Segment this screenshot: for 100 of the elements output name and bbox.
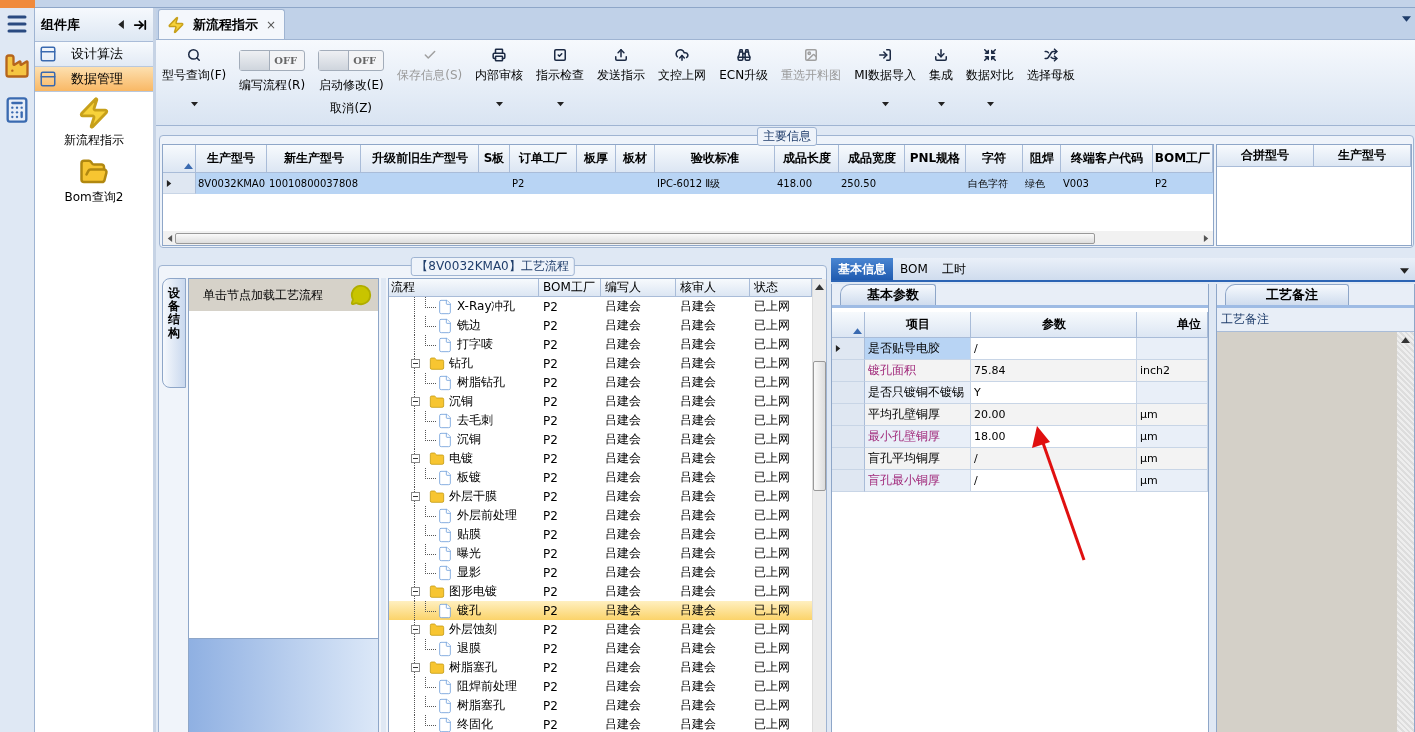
document-tab[interactable]: 新流程指示 × (158, 9, 286, 39)
column-header[interactable]: 板厚 (577, 145, 616, 173)
scrollbar[interactable] (163, 231, 1213, 245)
row-header[interactable] (163, 173, 196, 194)
column-header[interactable]: PNL规格 (905, 145, 966, 173)
toggle-switch[interactable]: OFF (318, 50, 385, 71)
column-header[interactable]: 阻焊 (1023, 145, 1061, 173)
close-icon[interactable]: × (266, 17, 277, 32)
tab[interactable]: 工时 (934, 258, 973, 280)
tree-row[interactable]: 钻孔 P2 吕建会 吕建会 已上网 (389, 354, 812, 373)
column-header[interactable]: 生产型号 (196, 145, 267, 173)
scrollbar[interactable] (1397, 332, 1414, 732)
factory-icon[interactable] (3, 52, 31, 80)
table-cell-text: P2 (542, 469, 559, 487)
category-item[interactable]: 设计算法 (35, 42, 153, 67)
tree-row[interactable]: 终固化 P2 吕建会 吕建会 已上网 (389, 715, 812, 732)
tree-row[interactable]: 沉铜 P2 吕建会 吕建会 已上网 (389, 392, 812, 411)
tree-row[interactable]: 树脂钻孔 P2 吕建会 吕建会 已上网 (389, 373, 812, 392)
column-header[interactable]: 字符 (966, 145, 1023, 173)
collapse-icon[interactable] (410, 397, 420, 406)
library-item[interactable]: Bom查询2 (35, 153, 153, 210)
tree-row[interactable]: 板镀 P2 吕建会 吕建会 已上网 (389, 468, 812, 487)
column-header[interactable]: 单位 (1137, 312, 1208, 338)
tree-row[interactable]: 曝光 P2 吕建会 吕建会 已上网 (389, 544, 812, 563)
column-header[interactable]: 合拼型号 (1217, 145, 1314, 167)
toolbar-button[interactable]: 指示检查 (536, 44, 585, 111)
tree-row[interactable]: 退膜 P2 吕建会 吕建会 已上网 (389, 639, 812, 658)
table-cell-text: 已上网 (753, 374, 791, 391)
column-header[interactable]: S板 (479, 145, 510, 173)
library-item[interactable]: 新流程指示 (35, 92, 153, 153)
table-cell: Y (971, 382, 1137, 404)
table-cell-text: 吕建会 (679, 602, 717, 619)
toggle-switch[interactable]: OFF (239, 50, 306, 71)
tree-row[interactable]: 外层蚀刻 P2 吕建会 吕建会 已上网 (389, 620, 812, 639)
tree-row[interactable]: 去毛刺 P2 吕建会 吕建会 已上网 (389, 411, 812, 430)
side-tab[interactable]: 设备结构 (162, 278, 186, 388)
collapse-icon[interactable] (410, 587, 420, 596)
tree-node-label: 外层干膜 (449, 488, 497, 505)
tree-row[interactable]: 沉铜 P2 吕建会 吕建会 已上网 (389, 430, 812, 449)
column-header[interactable]: 参数 (971, 312, 1137, 338)
toolbar-button[interactable]: MI数据导入 (854, 44, 917, 111)
column-header[interactable]: 订单工厂 (510, 145, 577, 173)
table-cell-text: P2 (542, 697, 559, 715)
column-header[interactable]: 生产型号 (1314, 145, 1411, 167)
tree-row[interactable]: 打字唛 P2 吕建会 吕建会 已上网 (389, 335, 812, 354)
row-header[interactable] (832, 338, 865, 360)
collapse-icon[interactable] (410, 492, 420, 501)
column-header[interactable]: 新生产型号 (267, 145, 361, 173)
tree-row[interactable]: 电镀 P2 吕建会 吕建会 已上网 (389, 449, 812, 468)
column-header[interactable]: 板材 (616, 145, 655, 173)
tab[interactable]: BOM (893, 258, 935, 280)
scrollbar[interactable] (812, 279, 826, 732)
toolbar-button[interactable]: 型号查询(F) (162, 44, 227, 111)
collapse-icon[interactable] (410, 663, 420, 672)
tree-node-label: 钻孔 (449, 355, 473, 372)
tree-row[interactable]: 阻焊前处理 P2 吕建会 吕建会 已上网 (389, 677, 812, 696)
tree-node-label: 贴膜 (457, 526, 481, 543)
table-cell-text: P2 (542, 431, 559, 449)
tree-row[interactable]: X-Ray冲孔 P2 吕建会 吕建会 已上网 (389, 297, 812, 316)
column-header[interactable]: 项目 (865, 312, 971, 338)
toolbar-button[interactable]: 集成 (929, 44, 954, 111)
table-cell-text: 已上网 (753, 621, 791, 638)
tree-node-label: 树脂塞孔 (457, 697, 505, 714)
column-header[interactable]: 核审人 (676, 279, 750, 297)
column-header[interactable]: 流程 (389, 279, 539, 297)
tree-row[interactable]: 镀孔 P2 吕建会 吕建会 已上网 (389, 601, 812, 620)
tree-row[interactable]: 贴膜 P2 吕建会 吕建会 已上网 (389, 525, 812, 544)
toolbar-button[interactable]: 内部审核 (475, 44, 524, 111)
toolbar-button[interactable]: 文控上网 (658, 44, 707, 84)
toolbar-button[interactable]: 发送指示 (597, 44, 646, 84)
column-header[interactable]: 成品长度 (775, 145, 839, 173)
tab[interactable]: 基本信息 (831, 258, 893, 280)
panel-tab[interactable]: 工艺备注 (1225, 284, 1349, 305)
lightning-icon (167, 15, 185, 34)
column-header[interactable]: BOM工厂 (1153, 145, 1213, 173)
column-header[interactable]: 工艺备注 (1217, 308, 1414, 332)
toolbar-button[interactable]: 选择母板 (1027, 44, 1076, 84)
tree-row[interactable]: 树脂塞孔 P2 吕建会 吕建会 已上网 (389, 696, 812, 715)
column-header[interactable]: 验收标准 (655, 145, 775, 173)
column-header[interactable]: 编写人 (601, 279, 676, 297)
check-icon (422, 48, 437, 62)
collapse-icon[interactable] (410, 359, 420, 368)
tree-row[interactable]: 外层干膜 P2 吕建会 吕建会 已上网 (389, 487, 812, 506)
collapse-icon[interactable] (410, 454, 420, 463)
tree-row[interactable]: 显影 P2 吕建会 吕建会 已上网 (389, 563, 812, 582)
toolbar-button[interactable]: 数据对比 (966, 44, 1015, 111)
tree-row[interactable]: 图形电镀 P2 吕建会 吕建会 已上网 (389, 582, 812, 601)
collapse-icon[interactable] (410, 625, 420, 634)
panel-tab[interactable]: 基本参数 (840, 284, 936, 305)
column-header[interactable]: 升级前旧生产型号 (361, 145, 479, 173)
toolbar-button[interactable]: ECN升级 (719, 44, 769, 84)
tree-row[interactable]: 外层前处理 P2 吕建会 吕建会 已上网 (389, 506, 812, 525)
column-header[interactable]: 成品宽度 (839, 145, 905, 173)
column-header[interactable]: 终端客户代码 (1061, 145, 1153, 173)
column-header[interactable]: 状态 (750, 279, 812, 297)
column-header[interactable]: BOM工厂 (539, 279, 601, 297)
table-cell-text: P2 (542, 526, 559, 544)
tree-row[interactable]: 铣边 P2 吕建会 吕建会 已上网 (389, 316, 812, 335)
category-item[interactable]: 数据管理 (35, 67, 153, 92)
tree-row[interactable]: 树脂塞孔 P2 吕建会 吕建会 已上网 (389, 658, 812, 677)
